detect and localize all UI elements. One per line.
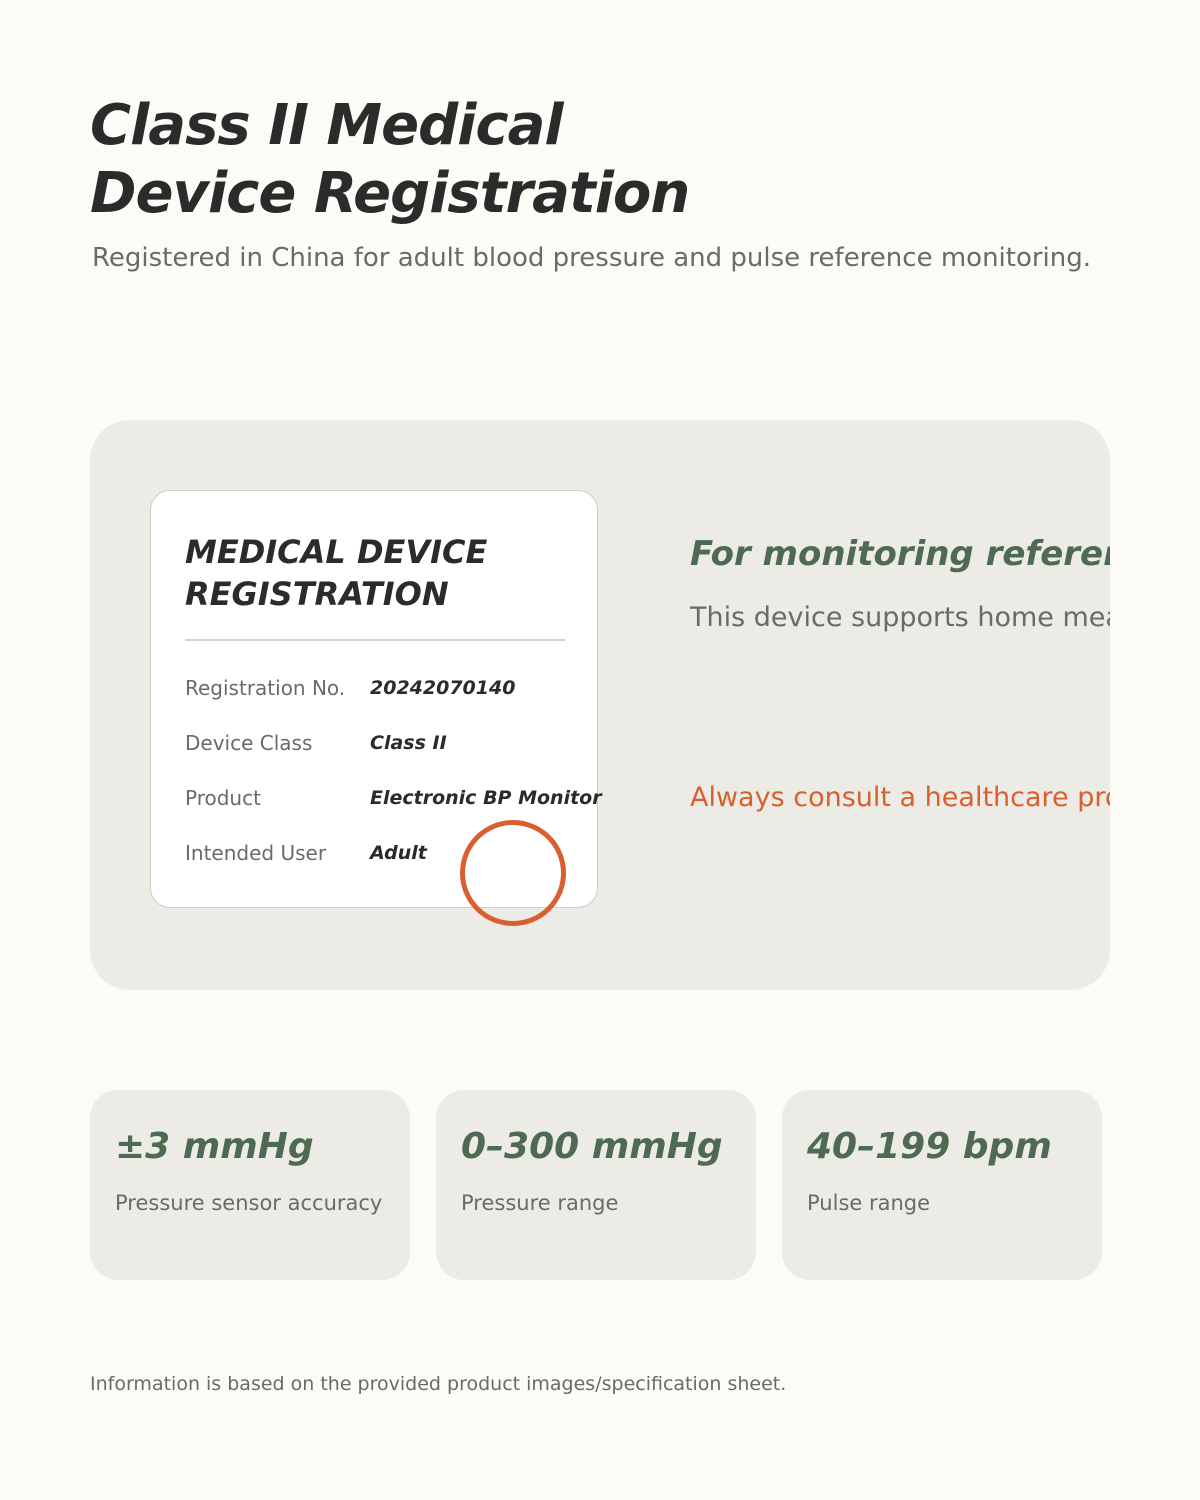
consult-warning: Always consult a healthcare professional… xyxy=(690,782,1110,813)
registration-number-label: Registration No. xyxy=(185,676,346,700)
page-title-line-1: Class II Medical xyxy=(90,93,564,158)
spec-card-pulse-range: 40–199 bpm Pulse range xyxy=(782,1090,1102,1280)
product-value: Electronic BP Monitor xyxy=(370,787,602,809)
spec-value: 0–300 mmHg xyxy=(461,1126,723,1167)
registration-card-divider xyxy=(185,639,565,641)
footnote: Information is based on the provided pro… xyxy=(90,1373,787,1395)
spec-value: 40–199 bpm xyxy=(807,1126,1052,1167)
spec-label: Pressure range xyxy=(461,1191,619,1215)
registration-card-title-line-2: REGISTRATION xyxy=(185,575,449,613)
intended-user-value: Adult xyxy=(370,842,427,864)
spec-label: Pulse range xyxy=(807,1191,931,1215)
registration-card-title: MEDICAL DEVICE REGISTRATION xyxy=(185,531,545,615)
spec-value: ±3 mmHg xyxy=(115,1126,314,1167)
spec-label: Pressure sensor accuracy xyxy=(115,1191,383,1215)
page-title: Class II Medical Device Registration xyxy=(90,92,790,228)
stamp-circle-icon xyxy=(460,820,566,926)
device-class-value: Class II xyxy=(370,732,447,754)
monitoring-description: This device supports home measuremen xyxy=(690,602,1110,633)
registration-row-number: Registration No. 20242070140 xyxy=(185,673,575,703)
product-label: Product xyxy=(185,786,261,810)
registration-row-product: Product Electronic BP Monitor xyxy=(185,783,602,813)
monitoring-heading: For monitoring reference xyxy=(690,534,1110,574)
spec-card-accuracy: ±3 mmHg Pressure sensor accuracy xyxy=(90,1090,410,1280)
device-class-label: Device Class xyxy=(185,731,313,755)
registration-panel: MEDICAL DEVICE REGISTRATION Registration… xyxy=(90,420,1110,990)
registration-row-class: Device Class Class II xyxy=(185,728,575,758)
page-title-line-2: Device Registration xyxy=(90,161,690,226)
spec-card-pressure-range: 0–300 mmHg Pressure range xyxy=(436,1090,756,1280)
registration-card-title-line-1: MEDICAL DEVICE xyxy=(185,533,488,571)
intended-user-label: Intended User xyxy=(185,841,327,865)
page-subtitle: Registered in China for adult blood pres… xyxy=(92,243,1092,273)
registration-number-value: 20242070140 xyxy=(370,677,516,699)
